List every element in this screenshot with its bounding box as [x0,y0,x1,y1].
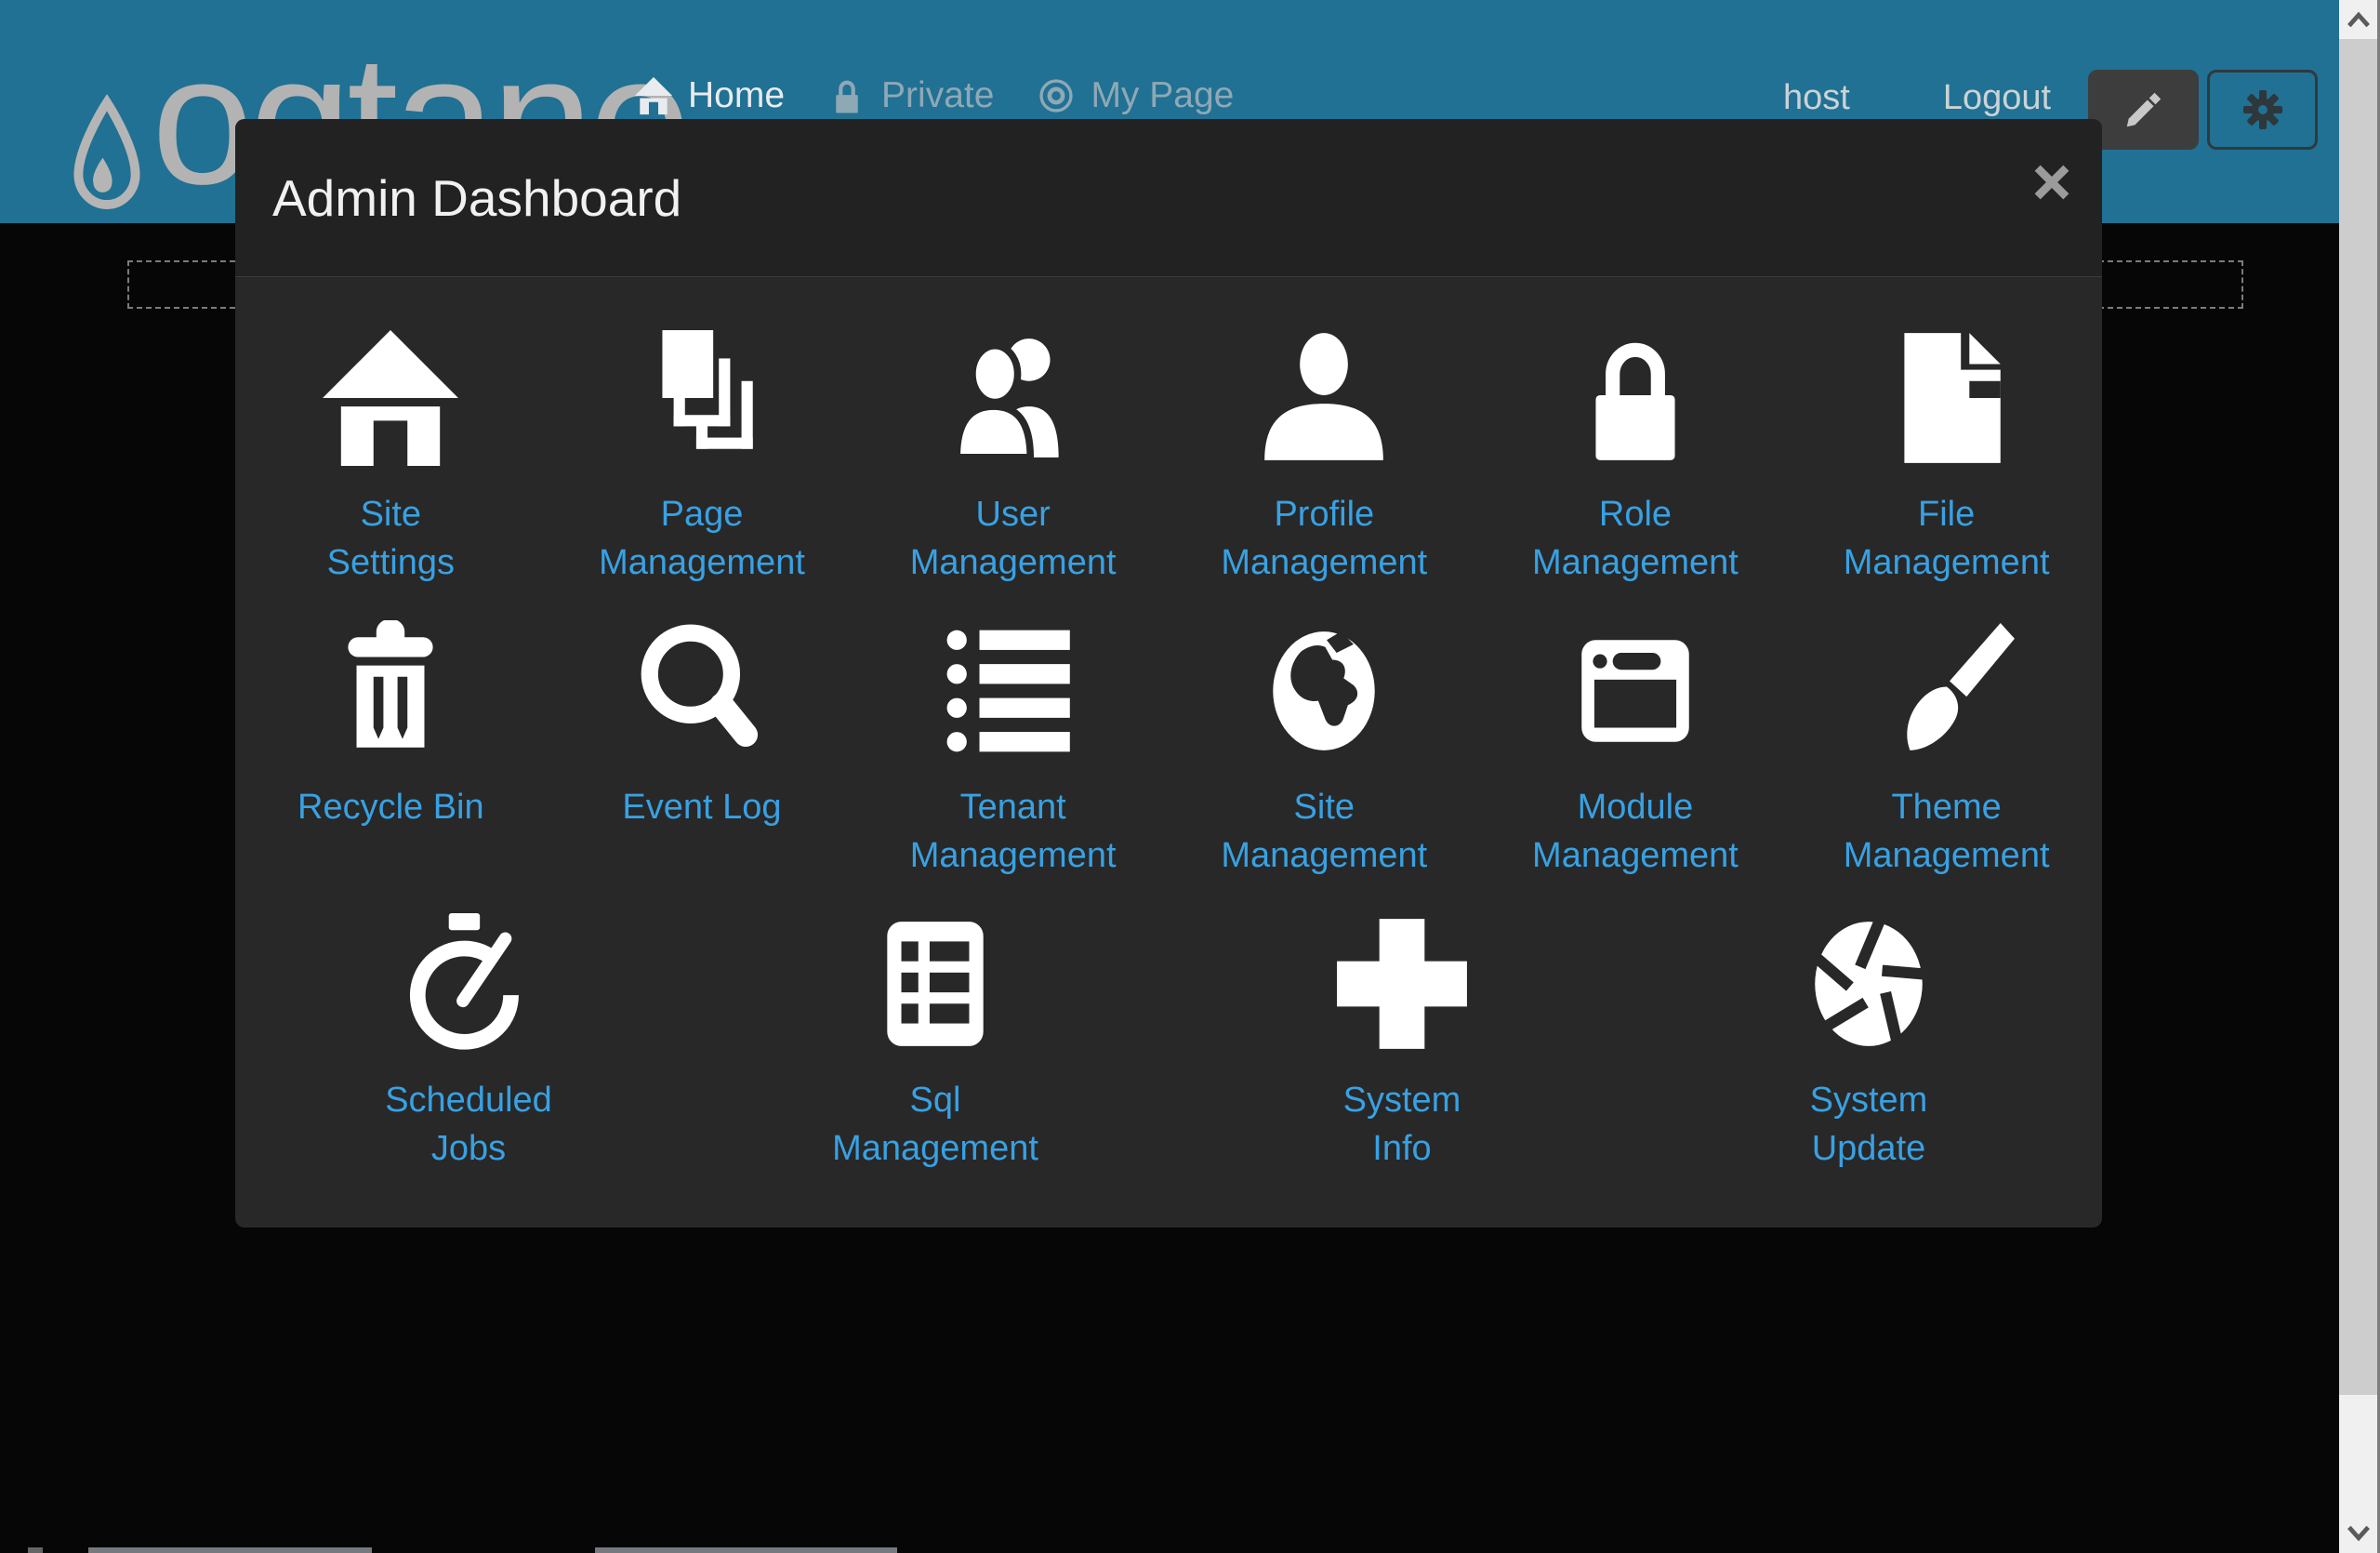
nav-item-home[interactable]: Home [634,75,785,116]
admin-tile-site-settings[interactable]: SiteSettings [235,319,547,612]
settings-button[interactable] [2207,70,2318,150]
tile-label-line: Management [1844,831,2050,880]
home-icon [634,76,673,115]
plus-icon [1331,913,1473,1055]
stopwatch-icon [398,913,539,1055]
list-icon [943,620,1084,762]
home-icon [320,327,461,469]
tile-label-line: Role [1532,490,1739,538]
lock-icon [1565,327,1706,469]
tile-row: ScheduledJobs SqlManagement SystemInfo S… [235,905,2102,1198]
nav-item-label: My Page [1091,75,1234,116]
modal-body: SiteSettings PageManagement UserManageme… [235,277,2102,1198]
admin-tile-site-management[interactable]: SiteManagement [1169,612,1480,905]
tile-label-line: Theme [1844,783,2050,831]
pages-icon [631,327,773,469]
tile-label-line: Site [327,490,455,538]
tile-label-line: Management [910,831,1117,880]
vertical-scrollbar[interactable] [2339,0,2377,1553]
tile-label-line: Page [599,490,805,538]
admin-tile-page-management[interactable]: PageManagement [547,319,858,612]
admin-tile-tenant-management[interactable]: TenantManagement [857,612,1169,905]
main-nav: Home Private My Page [634,69,1234,123]
tile-label-line: Sql [832,1076,1038,1124]
admin-tile-system-update[interactable]: SystemUpdate [1635,905,2102,1198]
admin-tile-event-log[interactable]: Event Log [547,612,858,905]
modal-header: Admin Dashboard [235,119,2102,277]
tile-label-line: Management [910,538,1117,587]
spreadsheet-icon [865,913,1006,1055]
oqtane-droplet-logo-icon [65,80,149,229]
browser-icon [1565,620,1706,762]
tile-row: SiteSettings PageManagement UserManageme… [235,319,2102,612]
people-icon [943,327,1084,469]
admin-tile-profile-management[interactable]: ProfileManagement [1169,319,1480,612]
scroll-down-button[interactable] [2339,1514,2377,1553]
tile-label-line: Recycle Bin [298,783,484,831]
admin-tile-sql-management[interactable]: SqlManagement [702,905,1169,1198]
tile-label-line: Update [1810,1124,1928,1173]
tile-label-line: Profile [1221,490,1427,538]
globe-icon [1253,620,1395,762]
tile-label-line: File [1844,490,2050,538]
tile-label-line: Management [599,538,805,587]
admin-tile-system-info[interactable]: SystemInfo [1169,905,1635,1198]
admin-tile-theme-management[interactable]: ThemeManagement [1791,612,2102,905]
username-link[interactable]: host [1783,78,1850,118]
tile-label-line: User [910,490,1117,538]
admin-dashboard-modal: Admin Dashboard SiteSettings PageManagem… [235,119,2102,1228]
tile-label-line: Management [1532,831,1739,880]
tile-label-line: Site [1221,783,1427,831]
tile-label-line: System [1810,1076,1928,1124]
chevron-up-icon [2345,8,2373,31]
admin-tile-recycle-bin[interactable]: Recycle Bin [235,612,547,905]
file-icon [1876,327,2017,469]
tile-label-line: Info [1343,1124,1461,1173]
admin-tile-scheduled-jobs[interactable]: ScheduledJobs [235,905,702,1198]
admin-tile-file-management[interactable]: FileManagement [1791,319,2102,612]
brush-icon [1876,620,2017,762]
tile-label-line: System [1343,1076,1461,1124]
tile-label-line: Management [832,1124,1038,1173]
tile-label-line: Management [1221,831,1427,880]
lock-icon [827,76,866,115]
nav-item-label: Home [688,75,785,116]
target-icon [1037,76,1076,115]
trash-icon [320,620,461,762]
scrollbar-thumb[interactable] [2339,39,2377,1395]
user-nav: host Logout [1783,78,2051,118]
tile-label-line: Module [1532,783,1739,831]
admin-tile-role-management[interactable]: RoleManagement [1480,319,1792,612]
admin-tile-user-management[interactable]: UserManagement [857,319,1169,612]
close-icon[interactable] [2030,160,2074,205]
edit-mode-button[interactable] [2088,70,2199,150]
scroll-up-button[interactable] [2339,0,2377,39]
tile-label-line: Tenant [910,783,1117,831]
magnifier-icon [631,620,773,762]
tile-label-line: Management [1532,538,1739,587]
tile-label-line: Jobs [385,1124,552,1173]
tile-label-line: Management [1221,538,1427,587]
logout-link[interactable]: Logout [1943,78,2051,118]
pencil-icon [2122,87,2166,132]
tile-label-line: Scheduled [385,1076,552,1124]
clipped-footer-content [0,1546,2380,1553]
tile-label-line: Event Log [622,783,781,831]
tile-row: Recycle Bin Event Log TenantManagement S… [235,612,2102,905]
nav-item-private[interactable]: Private [827,75,994,116]
admin-tile-module-management[interactable]: ModuleManagement [1480,612,1792,905]
nav-item-label: Private [881,75,994,116]
aperture-icon [1798,913,1939,1055]
gear-icon [2240,86,2286,133]
nav-item-my-page[interactable]: My Page [1037,75,1234,116]
modal-title: Admin Dashboard [272,168,681,228]
tile-label-line: Management [1844,538,2050,587]
chevron-down-icon [2345,1522,2373,1545]
person-icon [1253,327,1395,469]
tile-label-line: Settings [327,538,455,587]
